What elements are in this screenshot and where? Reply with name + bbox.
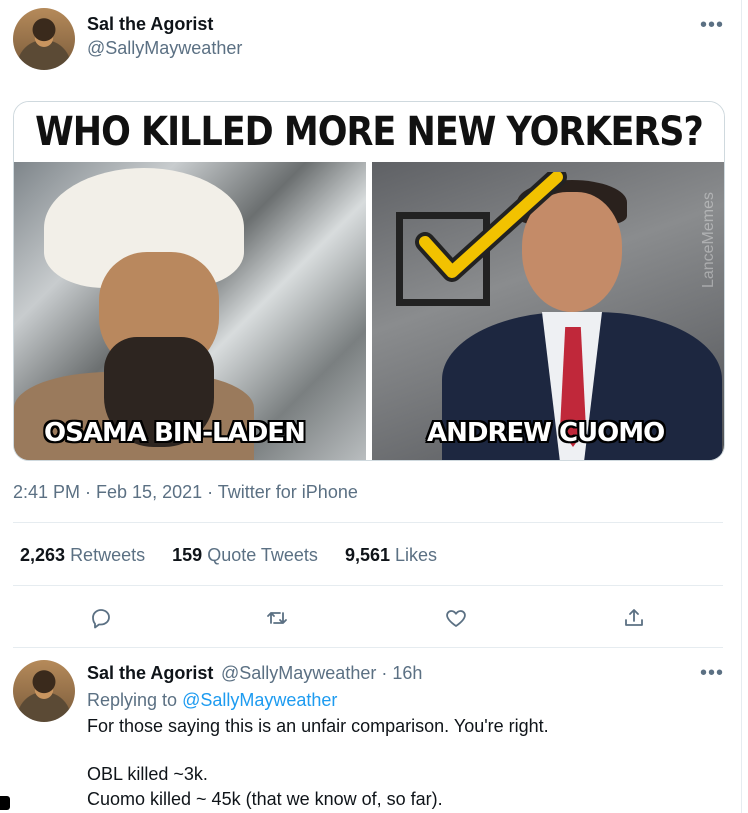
- reply-author-name[interactable]: Sal the Agorist: [87, 663, 213, 684]
- reply-icon: [92, 609, 110, 629]
- author-avatar[interactable]: [13, 8, 75, 70]
- author-handle[interactable]: @SallyMayweather: [87, 38, 242, 59]
- quote-tweets-label: Quote Tweets: [207, 545, 318, 565]
- image-watermark: LanceMemes: [700, 192, 717, 289]
- author-name[interactable]: Sal the Agorist: [87, 14, 213, 35]
- tweet-timestamp[interactable]: 2:41 PM · Feb 15, 2021 · Twitter for iPh…: [13, 482, 358, 503]
- reply-text-line: OBL killed ~3k.: [87, 764, 208, 784]
- checkmark-graphic: [415, 172, 567, 282]
- image-title: WHO KILLED MORE NEW YORKERS?: [14, 102, 724, 165]
- retweet-icon: [267, 612, 287, 624]
- image-right-panel: LanceMemes ANDREW CUOMO: [372, 162, 724, 460]
- tweet-stats: 2,263 Retweets 159 Quote Tweets 9,561 Li…: [20, 545, 459, 566]
- reply-text-line: For those saying this is an unfair compa…: [87, 716, 549, 736]
- like-icon: [446, 610, 466, 627]
- tweet-image[interactable]: WHO KILLED MORE NEW YORKERS? OSAMA BIN-L…: [13, 101, 725, 461]
- image-left-caption: OSAMA BIN-LADEN: [44, 418, 306, 448]
- quote-tweets-count: 159: [172, 545, 203, 565]
- divider: [13, 647, 723, 648]
- like-button[interactable]: [438, 600, 474, 636]
- scroll-indicator: [0, 796, 10, 810]
- retweets-stat[interactable]: 2,263 Retweets: [20, 545, 145, 566]
- divider: [13, 522, 723, 523]
- image-right-caption: ANDREW CUOMO: [427, 418, 665, 448]
- timeline-border: [741, 0, 742, 813]
- quote-tweets-stat[interactable]: 159 Quote Tweets: [172, 545, 318, 566]
- reply-author-avatar[interactable]: [13, 660, 75, 722]
- replying-to-link[interactable]: @SallyMayweather: [182, 690, 337, 710]
- more-options-icon[interactable]: •••: [697, 15, 727, 38]
- replying-to-prefix: Replying to: [87, 690, 178, 710]
- divider: [13, 585, 723, 586]
- reply-button[interactable]: [83, 600, 119, 636]
- retweets-count: 2,263: [20, 545, 66, 565]
- reply-text-line: Cuomo killed ~ 45k (that we know of, so …: [87, 789, 443, 809]
- likes-label: Likes: [395, 545, 438, 565]
- likes-stat[interactable]: 9,561 Likes: [345, 545, 437, 566]
- retweets-label: Retweets: [70, 545, 146, 565]
- retweet-button[interactable]: [259, 600, 295, 636]
- image-left-panel: OSAMA BIN-LADEN: [14, 162, 366, 460]
- share-icon: [625, 609, 643, 626]
- reply-more-options-icon[interactable]: •••: [697, 663, 727, 686]
- reply-author-meta[interactable]: @SallyMayweather · 16h: [221, 663, 422, 684]
- replying-to: Replying to @SallyMayweather: [87, 690, 337, 711]
- likes-count: 9,561: [344, 545, 390, 565]
- share-button[interactable]: [616, 600, 652, 636]
